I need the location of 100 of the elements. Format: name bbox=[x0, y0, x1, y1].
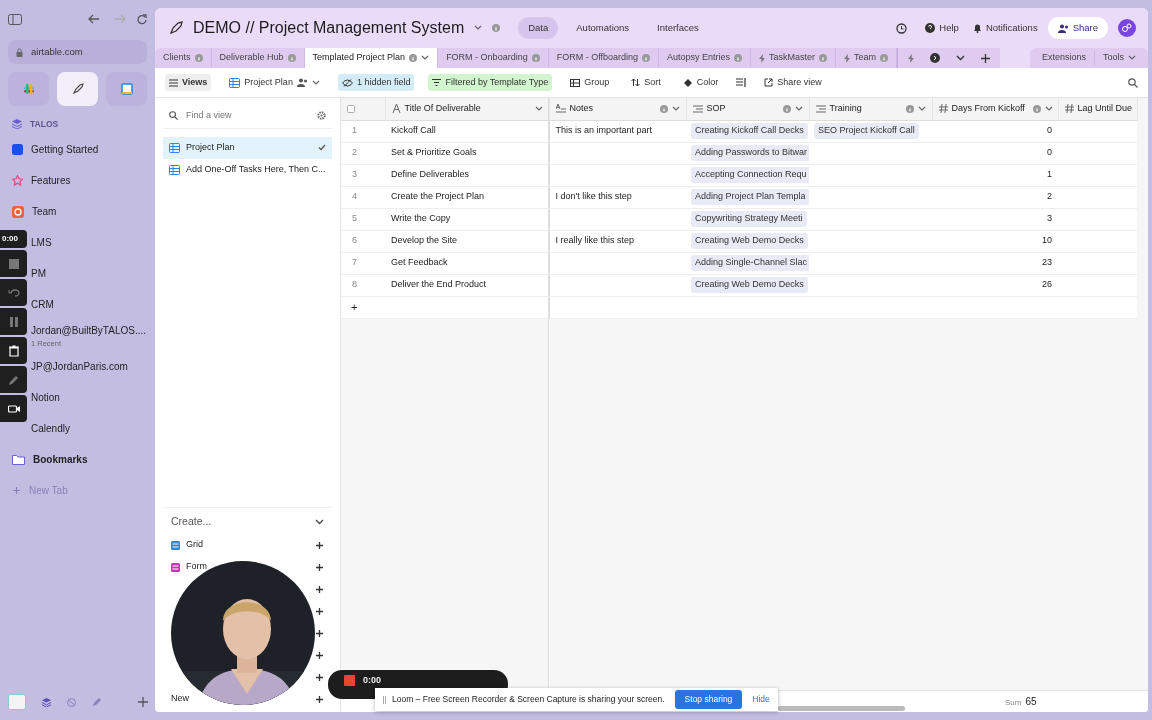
gear-icon[interactable] bbox=[317, 111, 326, 121]
share-button[interactable]: Share bbox=[1047, 16, 1108, 40]
loom-tool-button[interactable] bbox=[0, 337, 27, 364]
sort-button[interactable]: Sort bbox=[627, 73, 665, 92]
table-tab[interactable]: FORM - Offboarding bbox=[548, 48, 660, 68]
linked-record-chip[interactable]: Creating Web Demo Decks bbox=[691, 233, 808, 249]
table-cell: 0 bbox=[932, 120, 1058, 142]
add-row-button[interactable]: + bbox=[351, 300, 358, 313]
linked-record-chip[interactable]: Accepting Connection Requ bbox=[691, 167, 809, 183]
avatar-icon[interactable] bbox=[1118, 19, 1136, 37]
column-header[interactable]: SOP bbox=[686, 98, 809, 120]
view-switcher[interactable]: Project Plan bbox=[225, 73, 324, 92]
back-icon[interactable] bbox=[88, 14, 100, 24]
tab-item[interactable]: Getting Started bbox=[31, 142, 99, 158]
pen-icon bbox=[7, 373, 20, 386]
view-item[interactable]: Add One-Off Tasks Here, Then C... bbox=[163, 158, 332, 181]
linked-record-chip[interactable]: SEO Project Kickoff Call bbox=[814, 123, 919, 139]
caret-icon bbox=[474, 25, 483, 31]
plus-icon[interactable] bbox=[981, 53, 991, 63]
view-search-field[interactable]: Find a view bbox=[184, 108, 311, 124]
tools-button[interactable]: Tools bbox=[1095, 51, 1144, 65]
row-height-icon[interactable] bbox=[736, 78, 747, 87]
table-tab[interactable]: Clients bbox=[155, 48, 212, 68]
info-icon bbox=[880, 54, 889, 62]
views-button[interactable]: Views bbox=[165, 73, 212, 92]
linked-record-chip[interactable]: Creating Kickoff Call Decks bbox=[691, 123, 808, 139]
filter-button[interactable]: Filtered by Template Type bbox=[428, 73, 553, 92]
number-field-icon bbox=[938, 104, 948, 114]
table-tab[interactable]: FORM - Onboarding bbox=[438, 48, 549, 68]
chevron-circle-icon[interactable] bbox=[930, 53, 941, 63]
plus-icon[interactable] bbox=[315, 650, 324, 660]
share-view-button[interactable]: Share view bbox=[760, 73, 826, 92]
view-type-item[interactable]: Grid bbox=[186, 538, 203, 552]
view-type-item[interactable]: New bbox=[171, 692, 189, 706]
stop-sharing-button[interactable]: Stop sharing bbox=[674, 690, 743, 709]
number-field-icon bbox=[1064, 104, 1074, 114]
reload-icon[interactable] bbox=[136, 13, 147, 25]
table-cell: Define Deliverables bbox=[385, 164, 549, 186]
column-header[interactable]: Notes bbox=[549, 98, 686, 120]
hide-link[interactable]: Hide bbox=[752, 693, 770, 706]
horizontal-scrollbar[interactable] bbox=[778, 706, 905, 711]
plus-icon[interactable] bbox=[315, 606, 324, 616]
linked-record-chip[interactable]: Adding Passwords to Bitwar bbox=[691, 145, 809, 161]
history-icon[interactable] bbox=[896, 22, 908, 34]
linked-record-chip[interactable]: Copywriting Strategy Meeti bbox=[691, 211, 807, 227]
plus-icon[interactable] bbox=[315, 628, 324, 638]
tab-item[interactable]: LMS bbox=[31, 235, 52, 251]
group-button[interactable]: Group bbox=[566, 73, 614, 92]
nav-tab[interactable]: Data bbox=[518, 16, 559, 40]
table-tab[interactable]: Autopsy Entries bbox=[659, 48, 752, 68]
address-bar[interactable]: airtable.com bbox=[8, 40, 147, 65]
tab-item[interactable]: JP@JordanParis.com bbox=[31, 359, 128, 375]
caret-icon bbox=[421, 55, 430, 61]
tab-item[interactable]: Team bbox=[32, 204, 57, 220]
chevron-down-icon[interactable] bbox=[315, 519, 324, 525]
help-button[interactable]: Help bbox=[925, 20, 959, 36]
table-cell: I don't like this step bbox=[549, 186, 686, 208]
tab-item[interactable]: PM bbox=[31, 266, 46, 282]
nav-tab[interactable]: Automations bbox=[566, 16, 640, 40]
long-text-icon bbox=[555, 104, 566, 114]
extensions-button[interactable]: Extensions bbox=[1033, 51, 1095, 65]
notifications-button[interactable]: Notifications bbox=[972, 20, 1038, 36]
camera-icon bbox=[7, 402, 20, 415]
column-header[interactable]: Days From Kickoff bbox=[932, 98, 1058, 120]
hidden-fields-button[interactable]: 1 hidden field bbox=[337, 73, 415, 92]
search-icon[interactable] bbox=[1128, 77, 1138, 88]
view-item[interactable]: Project Plan bbox=[163, 136, 332, 159]
table-tab[interactable]: Templated Project Plan bbox=[304, 48, 439, 68]
loom-tool-button[interactable] bbox=[0, 395, 27, 422]
nav-tab[interactable]: Interfaces bbox=[647, 16, 709, 40]
table-tab[interactable]: Deliverable Hub bbox=[211, 48, 305, 68]
view-type-item[interactable]: Form bbox=[186, 560, 207, 574]
sidebar-toggle-icon[interactable] bbox=[8, 13, 22, 25]
tab-item[interactable]: CRM bbox=[31, 297, 54, 313]
tab-item[interactable]: Features bbox=[31, 173, 71, 189]
linked-record-chip[interactable]: Creating Web Demo Decks bbox=[691, 277, 808, 293]
chevron-down-icon[interactable] bbox=[956, 55, 966, 61]
table-tab[interactable]: TaskMaster bbox=[751, 48, 837, 68]
column-header[interactable]: Lag Until Due bbox=[1058, 98, 1137, 120]
stack-icon[interactable] bbox=[42, 697, 51, 707]
row-number: 2 bbox=[341, 142, 385, 164]
linked-record-chip[interactable]: Adding Single-Channel Slac bbox=[691, 255, 809, 271]
pinned-tab[interactable] bbox=[106, 72, 147, 107]
tab-item[interactable]: Notion bbox=[31, 390, 60, 406]
column-header[interactable]: Title Of Deliverable bbox=[385, 98, 549, 120]
color-button[interactable]: Color bbox=[678, 73, 723, 92]
tab-item[interactable]: Calendly bbox=[31, 421, 70, 437]
plus-icon[interactable] bbox=[315, 672, 324, 682]
caret-icon bbox=[1044, 105, 1053, 112]
plus-icon[interactable] bbox=[315, 584, 324, 594]
checkbox[interactable] bbox=[347, 104, 355, 113]
summary-label: Sum bbox=[1005, 697, 1022, 709]
tab-item[interactable]: Bookmarks bbox=[33, 452, 88, 468]
plus-icon[interactable] bbox=[315, 540, 324, 550]
plus-icon[interactable] bbox=[315, 694, 324, 704]
column-header[interactable]: Training bbox=[809, 98, 932, 120]
table-cell: I really like this step bbox=[549, 230, 686, 252]
text-field-icon bbox=[391, 104, 401, 114]
plus-icon[interactable] bbox=[315, 562, 324, 572]
linked-record-chip[interactable]: Adding Project Plan Templa bbox=[691, 189, 809, 205]
